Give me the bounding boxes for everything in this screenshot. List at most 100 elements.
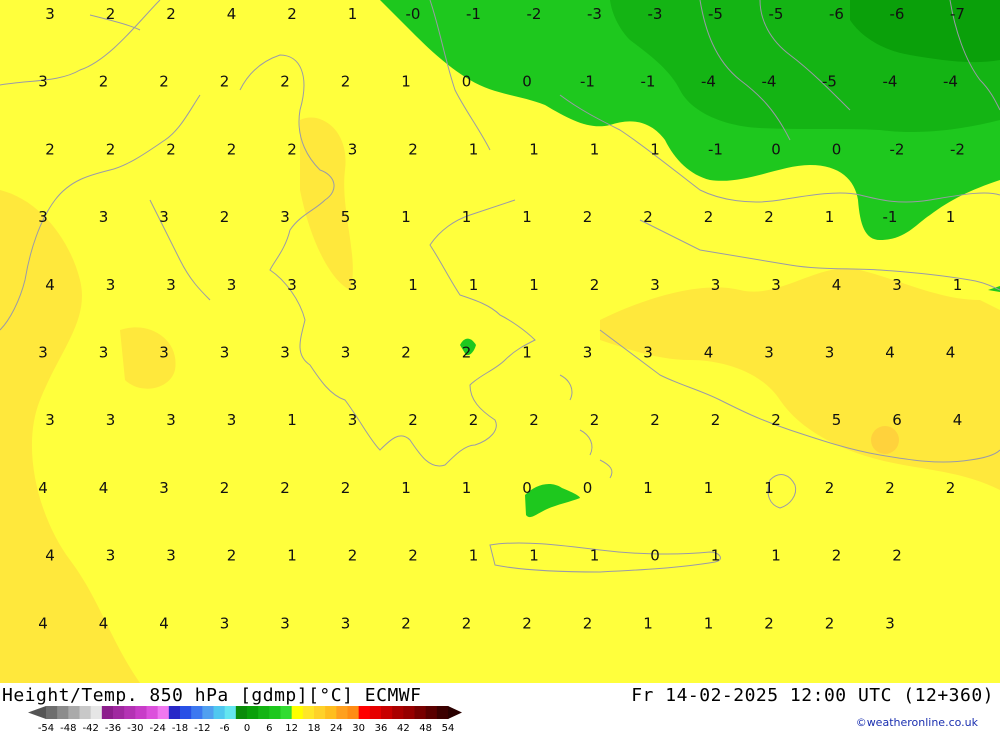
grid-value: 1: [522, 344, 532, 362]
grid-value: 2: [711, 411, 721, 429]
grid-value: 0: [522, 73, 532, 91]
grid-value: 0: [462, 73, 472, 91]
grid-value: 3: [280, 614, 290, 632]
grid-value: 3: [99, 344, 109, 362]
grid-value: 3: [764, 344, 774, 362]
grid-value: 2: [825, 479, 835, 497]
grid-value: 1: [401, 208, 411, 226]
grid-value: 1: [825, 208, 835, 226]
legend-swatch: [180, 706, 192, 719]
legend-swatch: [79, 706, 92, 719]
grid-value: 2: [650, 411, 660, 429]
grid-value: 3: [885, 614, 895, 632]
temperature-map: 322421-0-1-2-3-3-5-5-6-6-7-8322222100-1-…: [0, 0, 1000, 683]
legend-swatch: [235, 706, 248, 719]
legend-tick-label: -24: [149, 723, 165, 733]
grid-value: 3: [771, 276, 781, 294]
grid-value: 3: [106, 411, 116, 429]
grid-value: 1: [462, 479, 472, 497]
grid-value: 2: [885, 479, 895, 497]
grid-value: 3: [341, 614, 351, 632]
grid-value: 3: [159, 344, 169, 362]
grid-value: -1: [580, 73, 595, 91]
grid-value: 4: [99, 614, 109, 632]
grid-value: 2: [704, 208, 714, 226]
grid-value: 1: [711, 547, 721, 565]
legend-swatch: [403, 706, 415, 719]
grid-value: 1: [590, 547, 600, 565]
grid-value: 1: [704, 614, 714, 632]
legend-tick-label: 24: [330, 723, 343, 733]
grid-value: 5: [341, 208, 351, 226]
grid-value: 3: [38, 344, 48, 362]
grid-value: 3: [892, 276, 902, 294]
grid-value: 1: [401, 73, 411, 91]
grid-value: -4: [762, 73, 777, 91]
legend-swatch: [135, 706, 147, 719]
grid-value: 1: [287, 411, 297, 429]
legend-tick-label: -36: [105, 723, 121, 733]
map-title: Height/Temp. 850 hPa [gdmp][°C] ECMWF: [2, 685, 422, 706]
grid-value: -2: [950, 140, 965, 158]
footer: Height/Temp. 850 hPa [gdmp][°C] ECMWF Fr…: [0, 683, 1000, 733]
legend-tick-label: 0: [244, 723, 250, 733]
grid-value: 2: [341, 479, 351, 497]
grid-value: 1: [643, 614, 653, 632]
grid-value: 2: [159, 73, 169, 91]
grid-value: 1: [946, 208, 956, 226]
grid-value: 2: [401, 344, 411, 362]
grid-value: 1: [529, 276, 539, 294]
grid-value: 2: [643, 208, 653, 226]
legend-swatch: [191, 706, 203, 719]
legend-swatch: [57, 706, 69, 719]
legend-swatch: [124, 706, 136, 719]
legend-swatch: [90, 706, 103, 719]
legend-swatch: [291, 706, 304, 719]
grid-value: 0: [522, 479, 532, 497]
grid-value: 1: [529, 547, 539, 565]
grid-value: 2: [764, 614, 774, 632]
grid-value: -2: [527, 5, 542, 23]
grid-value: 3: [227, 411, 237, 429]
grid-value: 3: [825, 344, 835, 362]
grid-value: 3: [159, 479, 169, 497]
grid-value: 4: [99, 479, 109, 497]
grid-value: 2: [408, 411, 418, 429]
legend-tick-label: -48: [60, 723, 76, 733]
grid-value: 3: [220, 614, 230, 632]
source-credit[interactable]: ©weatheronline.co.uk: [856, 716, 978, 729]
legend-swatch: [213, 706, 226, 719]
legend-swatch: [280, 706, 293, 719]
grid-value: 3: [159, 208, 169, 226]
grid-value: 4: [45, 547, 55, 565]
grid-value: 3: [166, 411, 176, 429]
grid-value: -5: [708, 5, 723, 23]
grid-value: 0: [583, 479, 593, 497]
grid-value: 4: [885, 344, 895, 362]
grid-value: 2: [220, 73, 230, 91]
grid-value: 4: [704, 344, 714, 362]
grid-value: -4: [883, 73, 898, 91]
legend-swatch: [347, 706, 360, 719]
grid-value: 3: [341, 344, 351, 362]
grid-value: 3: [583, 344, 593, 362]
grid-value: 2: [401, 614, 411, 632]
grid-value: 3: [348, 140, 358, 158]
legend-swatch: [68, 706, 80, 719]
grid-value: 5: [832, 411, 842, 429]
grid-value: -6: [829, 5, 844, 23]
grid-value: 1: [401, 479, 411, 497]
grid-value: 0: [771, 140, 781, 158]
grid-value: 2: [946, 479, 956, 497]
grid-value: 1: [643, 479, 653, 497]
legend-swatch: [202, 706, 214, 719]
grid-value: 2: [99, 73, 109, 91]
grid-value: 3: [650, 276, 660, 294]
grid-value: -3: [587, 5, 602, 23]
legend-tick-label: 54: [442, 723, 455, 733]
grid-value: 1: [704, 479, 714, 497]
grid-value: 4: [953, 411, 963, 429]
grid-value: 1: [469, 547, 479, 565]
grid-value: 3: [280, 208, 290, 226]
grid-value: -0: [406, 5, 421, 23]
